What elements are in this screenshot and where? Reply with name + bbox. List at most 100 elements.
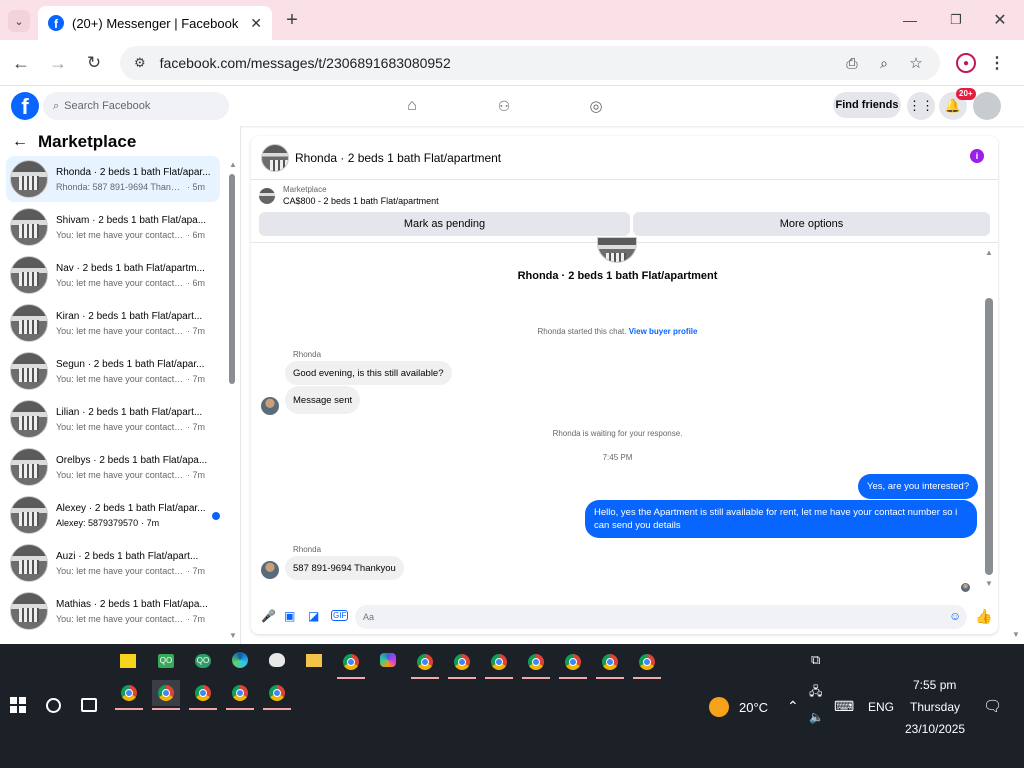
chrome-taskbar-icon[interactable] <box>633 649 661 679</box>
minimize-icon[interactable]: — <box>900 10 920 30</box>
chrome-taskbar-icon[interactable] <box>485 649 513 679</box>
chrome-taskbar-icon-active[interactable] <box>152 680 180 710</box>
sidebar-scrollbar[interactable] <box>229 174 235 384</box>
message-outgoing[interactable]: Hello, yes the Apartment is still availa… <box>585 500 977 538</box>
message-outgoing[interactable]: Yes, are you interested? <box>858 474 979 499</box>
new-tab-icon[interactable]: + <box>282 9 302 31</box>
chat-avatar[interactable] <box>261 143 289 172</box>
message-incoming[interactable]: 587 891-9694 Thankyou <box>285 556 404 580</box>
file-explorer-icon[interactable] <box>306 654 322 667</box>
conversation-item[interactable]: Nav · 2 beds 1 bath Flat/apartm... You: l… <box>6 252 220 298</box>
language-indicator[interactable]: ENG <box>868 700 894 714</box>
gif-icon[interactable]: GIF <box>331 610 349 621</box>
chat-scrollbar[interactable] <box>985 298 993 575</box>
home-icon[interactable]: ⌂ <box>402 96 422 116</box>
chat-scroll-up-icon[interactable]: ▲ <box>985 248 993 257</box>
address-bar[interactable]: ⚙ facebook.com/messages/t/23068916830809… <box>120 46 940 80</box>
meet-now-icon[interactable]: ⧉ <box>811 652 820 668</box>
keyboard-icon[interactable]: ⌨ <box>834 698 854 715</box>
account-avatar[interactable] <box>973 92 1001 120</box>
weather-sun-icon[interactable] <box>709 697 729 717</box>
tab-search-chevron-icon[interactable]: ⌄ <box>8 10 30 32</box>
conversation-item[interactable]: Lilian · 2 beds 1 bath Flat/apart... You:… <box>6 396 220 442</box>
weather-temp[interactable]: 20°C <box>739 700 768 715</box>
conversation-item[interactable]: Orelbys · 2 beds 1 bath Flat/apa... You: … <box>6 444 220 490</box>
chrome-taskbar-icon[interactable] <box>115 680 143 710</box>
windows-start-icon[interactable] <box>10 697 26 713</box>
chat-title[interactable]: Rhonda · 2 beds 1 bath Flat/apartment <box>295 151 501 165</box>
gallery-icon[interactable]: ▣ <box>284 609 295 623</box>
conversation-item[interactable]: Rhonda · 2 beds 1 bath Flat/apar... Rhond… <box>6 156 220 202</box>
tray-chevron-up-icon[interactable]: ⌃ <box>787 698 799 715</box>
site-info-icon[interactable]: ⚙ <box>134 55 146 71</box>
scroll-down-icon[interactable]: ▼ <box>229 631 237 640</box>
groups-icon[interactable]: ◎ <box>586 96 606 116</box>
like-thumb-icon[interactable]: 👍 <box>975 608 992 625</box>
paint-icon[interactable] <box>269 653 285 667</box>
back-icon[interactable]: ← <box>10 52 32 74</box>
chrome-taskbar-icon[interactable] <box>522 649 550 679</box>
menu-kebab-icon[interactable]: ⋮ <box>989 52 1005 74</box>
chrome-taskbar-icon[interactable] <box>448 649 476 679</box>
close-window-icon[interactable]: ✕ <box>990 10 1010 30</box>
sticker-icon[interactable]: ◪ <box>308 609 319 623</box>
chrome-taskbar-icon[interactable] <box>226 680 254 710</box>
chrome-taskbar-icon[interactable] <box>337 649 365 679</box>
find-friends-button[interactable]: Find friends <box>833 92 901 118</box>
info-icon[interactable]: i <box>970 149 984 163</box>
install-app-icon[interactable]: ⎙ <box>842 53 862 73</box>
conversation-preview-row: You: let me have your contact nu... · 7m <box>56 374 214 384</box>
task-view-icon[interactable] <box>81 698 97 712</box>
qq-app2-icon[interactable]: QO <box>195 654 211 668</box>
chrome-taskbar-icon[interactable] <box>411 649 439 679</box>
clock-time[interactable]: 7:55 pm <box>913 678 956 692</box>
clock-date[interactable]: 23/10/2025 <box>905 722 965 736</box>
message-incoming[interactable]: Good evening, is this still available? <box>285 361 452 385</box>
facebook-search-input[interactable]: ⌕ Search Facebook <box>43 92 229 120</box>
conversation-item[interactable]: Mathias · 2 beds 1 bath Flat/apa... You: … <box>6 588 220 634</box>
tab-messenger[interactable]: f (20+) Messenger | Facebook ✕ <box>38 6 272 40</box>
scroll-up-icon[interactable]: ▲ <box>229 160 237 169</box>
close-tab-icon[interactable]: ✕ <box>250 15 262 32</box>
menu-grid-icon[interactable]: ⋮⋮ <box>907 92 935 120</box>
emoji-icon[interactable]: ☺ <box>949 609 961 623</box>
edge-icon[interactable] <box>232 652 248 668</box>
conversation-item[interactable]: Auzi · 2 beds 1 bath Flat/apart... You: l… <box>6 540 220 586</box>
forward-icon[interactable]: → <box>47 52 69 74</box>
conversation-item[interactable]: Kiran · 2 beds 1 bath Flat/apart... You: … <box>6 300 220 346</box>
friends-icon[interactable]: ⚇ <box>494 96 514 116</box>
conversation-item[interactable]: Shivam · 2 beds 1 bath Flat/apa... You: l… <box>6 204 220 250</box>
chrome-taskbar-icon[interactable] <box>189 680 217 710</box>
message-input[interactable] <box>355 605 967 629</box>
conversation-item[interactable]: Segun · 2 beds 1 bath Flat/apar... You: l… <box>6 348 220 394</box>
listing-title[interactable]: CA$800 - 2 beds 1 bath Flat/apartment <box>283 196 439 206</box>
conversation-item[interactable]: Alexey · 2 beds 1 bath Flat/apar... Alexe… <box>6 492 220 538</box>
bookmark-star-icon[interactable]: ☆ <box>906 53 926 73</box>
reload-icon[interactable]: ↻ <box>83 52 105 74</box>
mark-as-pending-button[interactable]: Mark as pending <box>259 212 630 236</box>
chrome-taskbar-icon[interactable] <box>263 680 291 710</box>
facebook-logo-icon[interactable]: f <box>11 92 39 120</box>
restore-icon[interactable]: ❐ <box>946 10 966 30</box>
more-options-button[interactable]: More options <box>633 212 990 236</box>
microphone-icon[interactable]: 🎤 <box>261 609 276 623</box>
sticky-notes-icon[interactable] <box>120 654 136 668</box>
notification-center-icon[interactable]: 🗨 <box>983 697 1002 715</box>
page-scroll-down-icon[interactable]: ▼ <box>1012 630 1020 639</box>
sender-avatar[interactable] <box>261 561 279 579</box>
copilot-icon[interactable] <box>380 653 396 667</box>
back-arrow-icon[interactable]: ← <box>12 133 28 151</box>
view-buyer-profile-link[interactable]: View buyer profile <box>629 327 698 336</box>
network-icon[interactable]: 🖧 <box>809 682 822 703</box>
cortana-search-icon[interactable] <box>46 698 61 713</box>
volume-icon[interactable]: 🔈 <box>809 710 824 724</box>
clock-day[interactable]: Thursday <box>910 700 960 714</box>
chrome-taskbar-icon[interactable] <box>596 649 624 679</box>
chat-scroll-down-icon[interactable]: ▼ <box>985 579 993 588</box>
profile-icon[interactable]: ● <box>956 53 976 73</box>
chrome-taskbar-icon[interactable] <box>559 649 587 679</box>
zoom-icon[interactable]: ⌕ <box>874 53 894 73</box>
sender-avatar[interactable] <box>261 397 279 415</box>
qq-app-icon[interactable]: QO <box>158 654 174 668</box>
message-incoming[interactable]: Message sent <box>285 386 361 414</box>
